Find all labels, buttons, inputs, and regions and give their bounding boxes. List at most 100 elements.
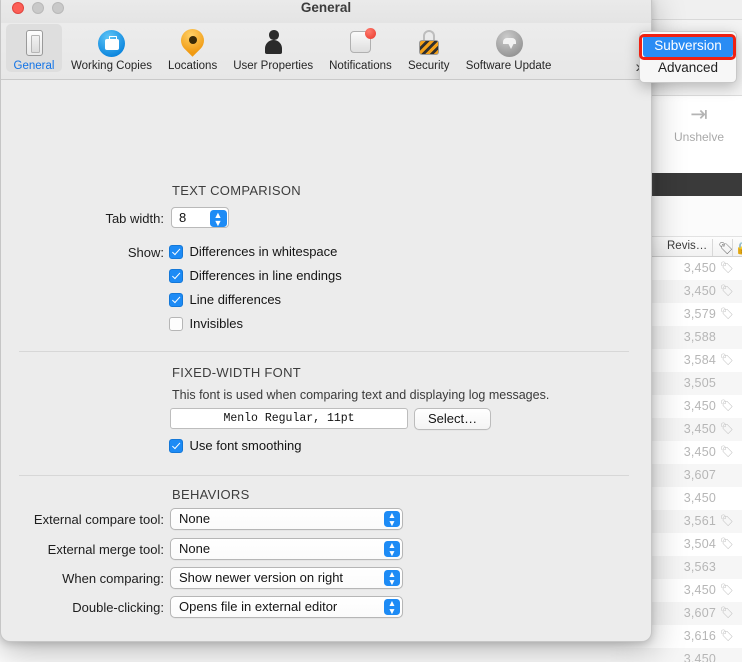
titlebar: General	[1, 0, 651, 23]
preferences-window: General General Working Copies Locations	[0, 0, 652, 642]
popup-arrows-icon[interactable]: ▲ ▼	[384, 541, 400, 557]
screen: ‡ ⊣ ve ⇥ Unshelve Revis… 🏷 🔒 3,450🏷3,450…	[0, 0, 742, 662]
tab-general[interactable]: General	[6, 24, 62, 72]
revision-cell: 3,505	[683, 376, 716, 390]
tab-user-properties[interactable]: User Properties	[226, 24, 320, 72]
checkbox-label: Invisibles	[189, 316, 243, 331]
revision-cell: 3,579	[683, 307, 716, 321]
section-divider	[19, 475, 629, 476]
checkbox-label: Use font smoothing	[189, 438, 302, 453]
double-clicking-popup[interactable]: Opens file in external editor ▲ ▼	[170, 596, 403, 618]
lock-icon: 🔒	[735, 241, 742, 255]
tab-working-copies-label: Working Copies	[71, 60, 152, 72]
checkbox-line-differences[interactable]: Line differences	[169, 292, 281, 307]
revision-cell: 3,450	[683, 583, 716, 597]
tag-icon: 🏷	[720, 446, 734, 458]
external-merge-tool-value: None	[179, 541, 211, 556]
table-row[interactable]: 3,450	[610, 648, 742, 662]
tag-icon: 🏷	[720, 630, 734, 642]
select-font-button[interactable]: Select…	[414, 408, 492, 430]
tag-icon: 🏷	[720, 607, 734, 619]
revision-cell: 3,450	[683, 284, 716, 298]
tab-width-value: 8	[179, 210, 187, 225]
section-divider	[19, 641, 629, 642]
popup-arrows-icon[interactable]: ▲ ▼	[384, 599, 400, 615]
external-merge-tool-label: External merge tool:	[47, 542, 164, 557]
tab-user-properties-label: User Properties	[233, 60, 314, 72]
checkbox-icon[interactable]	[169, 269, 183, 283]
tab-working-copies[interactable]: Working Copies	[64, 24, 159, 72]
tag-icon: 🏷	[720, 285, 734, 297]
menu-item-subversion[interactable]: Subversion	[643, 35, 733, 57]
revision-cell: 3,450	[683, 422, 716, 436]
checkbox-icon[interactable]	[169, 245, 183, 259]
revision-cell: 3,450	[683, 261, 716, 275]
revision-cell: 3,561	[683, 514, 716, 528]
toolbar-item-unshelve[interactable]: ⇥ Unshelve	[662, 103, 736, 144]
external-compare-tool-popup[interactable]: None ▲ ▼	[170, 508, 403, 530]
checkbox-differences-in-whitespace[interactable]: Differences in whitespace	[169, 244, 337, 259]
double-clicking-value: Opens file in external editor	[179, 599, 338, 614]
working-copies-icon	[94, 27, 128, 60]
tag-icon: 🏷	[720, 400, 734, 412]
user-properties-icon	[256, 27, 290, 60]
fixed-width-font-description: This font is used when comparing text an…	[172, 388, 550, 402]
tab-security-label: Security	[407, 60, 450, 72]
revision-cell: 3,584	[683, 353, 716, 367]
tab-locations[interactable]: Locations	[161, 24, 224, 72]
unshelve-icon: ⇥	[690, 103, 708, 126]
section-divider	[19, 351, 629, 352]
security-icon	[412, 27, 446, 60]
when-comparing-popup[interactable]: Show newer version on right ▲ ▼	[170, 567, 403, 589]
revision-cell: 3,450	[683, 445, 716, 459]
checkbox-invisibles[interactable]: Invisibles	[169, 316, 243, 331]
tab-width-label: Tab width:	[105, 211, 164, 226]
revision-cell: 3,607	[683, 606, 716, 620]
toolbar-item-unshelve-label: Unshelve	[673, 130, 725, 144]
toolbar-overflow-menu[interactable]: Subversion Advanced	[639, 31, 737, 83]
revision-cell: 3,563	[683, 560, 716, 574]
tab-width-stepper[interactable]: 8 ▲ ▼	[171, 207, 229, 228]
double-clicking-label: Double-clicking:	[72, 600, 164, 615]
tag-icon: 🏷	[720, 538, 734, 550]
section-title-fixed-width-font: FIXED-WIDTH FONT	[172, 365, 302, 380]
when-comparing-value: Show newer version on right	[179, 570, 344, 585]
column-divider	[732, 239, 733, 256]
checkbox-label: Differences in line endings	[189, 268, 342, 283]
checkbox-icon[interactable]	[169, 293, 183, 307]
checkbox-icon[interactable]	[169, 439, 183, 453]
popup-arrows-icon[interactable]: ▲ ▼	[384, 511, 400, 527]
tab-security[interactable]: Security	[401, 24, 457, 72]
preferences-toolbar: General Working Copies Locations User Pr…	[1, 23, 651, 80]
revision-cell: 3,616	[683, 629, 716, 643]
notifications-icon	[343, 27, 377, 60]
checkbox-use-font-smoothing[interactable]: Use font smoothing	[169, 438, 302, 453]
software-update-icon	[492, 27, 526, 60]
tab-locations-label: Locations	[167, 60, 218, 72]
tag-icon: 🏷	[720, 584, 734, 596]
revision-cell: 3,588	[683, 330, 716, 344]
column-divider	[712, 239, 713, 256]
checkbox-differences-in-line-endings[interactable]: Differences in line endings	[169, 268, 342, 283]
column-header-revision[interactable]: Revis…	[667, 240, 707, 252]
page-title: General	[300, 0, 352, 15]
popup-arrows-icon[interactable]: ▲ ▼	[384, 570, 400, 586]
tag-icon: 🏷	[720, 308, 734, 320]
revision-cell: 3,450	[683, 652, 716, 662]
tag-icon: 🏷	[718, 241, 734, 255]
tab-software-update[interactable]: Software Update	[459, 24, 559, 72]
tag-icon: 🏷	[720, 515, 734, 527]
show-label: Show:	[127, 245, 164, 260]
checkbox-label: Differences in whitespace	[189, 244, 338, 259]
tab-general-label: General	[13, 60, 55, 72]
checkbox-icon[interactable]	[169, 317, 183, 331]
external-compare-tool-label: External compare tool:	[33, 512, 164, 527]
font-value-field[interactable]: Menlo Regular, 11pt	[170, 408, 408, 429]
external-merge-tool-popup[interactable]: None ▲ ▼	[170, 538, 403, 560]
revision-cell: 3,504	[683, 537, 716, 551]
tag-icon: 🏷	[720, 354, 734, 366]
stepper-arrows-icon[interactable]: ▲ ▼	[209, 209, 227, 227]
tab-software-update-label: Software Update	[465, 60, 552, 72]
menu-item-advanced[interactable]: Advanced	[640, 57, 736, 79]
tab-notifications[interactable]: Notifications	[322, 24, 399, 72]
